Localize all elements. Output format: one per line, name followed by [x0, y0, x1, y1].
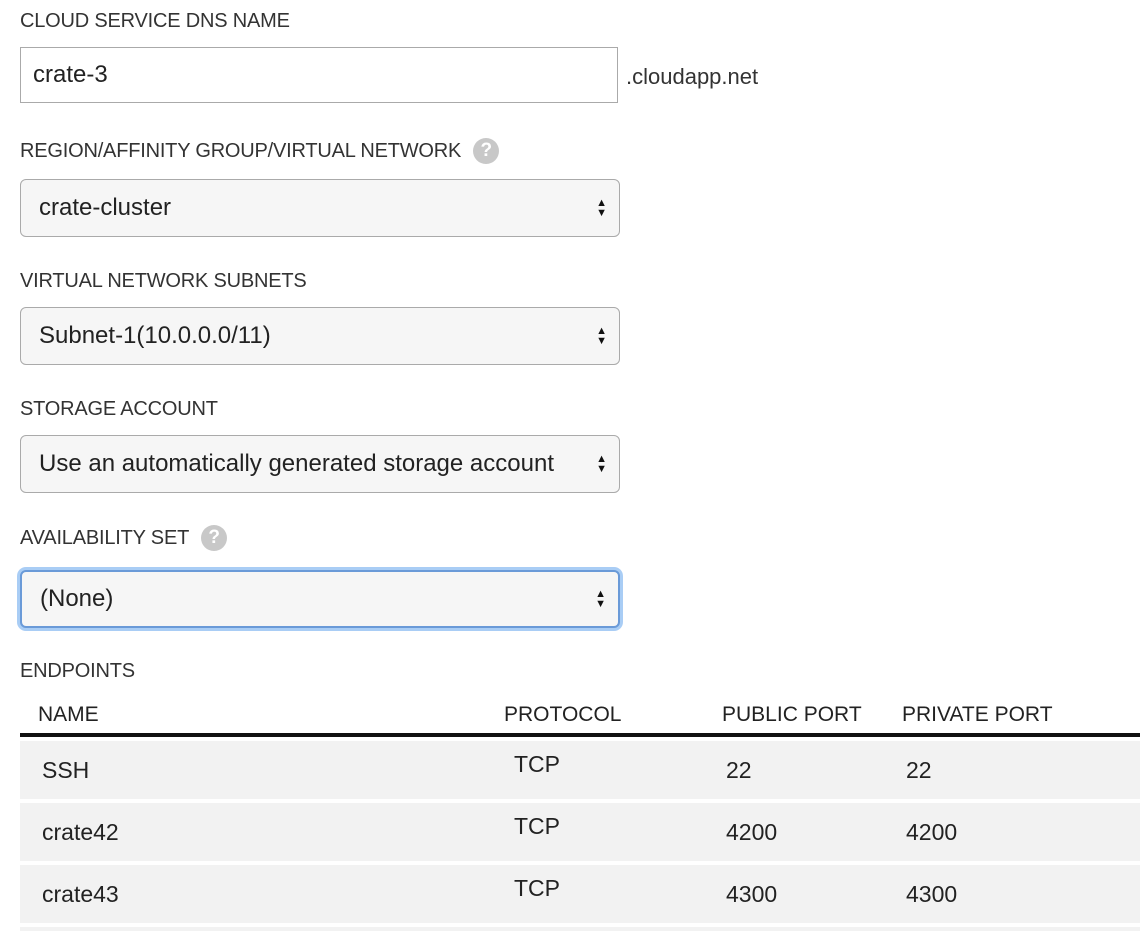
endpoint-protocol: TCP	[514, 751, 560, 777]
column-header-protocol[interactable]: PROTOCOL	[504, 703, 621, 727]
region-select[interactable]: crate-cluster ▲ ▼	[20, 179, 620, 237]
endpoint-protocol: TCP	[514, 813, 560, 839]
region-label-text: REGION/AFFINITY GROUP/VIRTUAL NETWORK	[20, 139, 462, 162]
storage-select[interactable]: Use an automatically generated storage a…	[20, 435, 620, 493]
endpoint-private-port: 22	[906, 757, 932, 783]
endpoint-name: crate43	[42, 881, 119, 907]
endpoint-public-port: 22	[726, 757, 752, 783]
endpoint-protocol: TCP	[514, 875, 560, 901]
select-arrows-icon: ▲ ▼	[596, 453, 607, 475]
availability-select-value: (None)	[40, 585, 114, 612]
help-icon[interactable]: ?	[473, 138, 500, 164]
help-icon[interactable]: ?	[201, 525, 228, 551]
dns-name-input[interactable]: crate-3	[20, 47, 618, 103]
availability-label-text: AVAILABILITY SET	[20, 526, 190, 549]
endpoint-name: SSH	[42, 757, 90, 783]
subnet-select-value: Subnet-1(10.0.0.0/11)	[39, 322, 271, 349]
table-row[interactable]: crate42 TCP 4200 4200	[20, 803, 1140, 861]
table-row[interactable]: SSH TCP 22 22	[20, 741, 1140, 799]
dns-name-label: CLOUD SERVICE DNS NAME	[20, 10, 290, 33]
table-header: NAME PROTOCOL PUBLIC PORT PRIVATE PORT	[20, 700, 1140, 737]
select-arrows-icon: ▲ ▼	[595, 588, 606, 610]
endpoint-private-port: 4300	[906, 881, 958, 907]
table-row-partial	[20, 927, 1140, 931]
endpoint-public-port: 4200	[726, 819, 778, 845]
endpoint-name: crate42	[42, 819, 119, 845]
endpoints-label: ENDPOINTS	[20, 660, 135, 683]
column-header-private-port[interactable]: PRIVATE PORT	[902, 703, 1053, 727]
column-header-public-port[interactable]: PUBLIC PORT	[722, 703, 862, 727]
select-arrows-icon: ▲ ▼	[596, 325, 607, 347]
endpoint-private-port: 4200	[906, 819, 958, 845]
table-row[interactable]: crate43 TCP 4300 4300	[20, 865, 1140, 923]
select-arrows-icon: ▲ ▼	[596, 197, 607, 219]
availability-label: AVAILABILITY SET ?	[20, 525, 228, 551]
endpoints-table: NAME PROTOCOL PUBLIC PORT PRIVATE PORT S…	[20, 700, 1140, 931]
subnets-label: VIRTUAL NETWORK SUBNETS	[20, 270, 307, 293]
availability-select[interactable]: (None) ▲ ▼	[20, 570, 620, 628]
subnets-label-text: VIRTUAL NETWORK SUBNETS	[20, 270, 307, 292]
region-label: REGION/AFFINITY GROUP/VIRTUAL NETWORK ?	[20, 138, 500, 164]
dns-name-label-text: CLOUD SERVICE DNS NAME	[20, 10, 290, 32]
storage-label: STORAGE ACCOUNT	[20, 398, 218, 421]
dns-suffix: .cloudapp.net	[626, 64, 759, 89]
column-header-name[interactable]: NAME	[38, 703, 99, 727]
endpoints-label-text: ENDPOINTS	[20, 660, 135, 682]
region-select-value: crate-cluster	[39, 194, 172, 221]
storage-label-text: STORAGE ACCOUNT	[20, 398, 218, 420]
endpoint-public-port: 4300	[726, 881, 778, 907]
storage-select-value: Use an automatically generated storage a…	[39, 450, 554, 477]
subnet-select[interactable]: Subnet-1(10.0.0.0/11) ▲ ▼	[20, 307, 620, 365]
